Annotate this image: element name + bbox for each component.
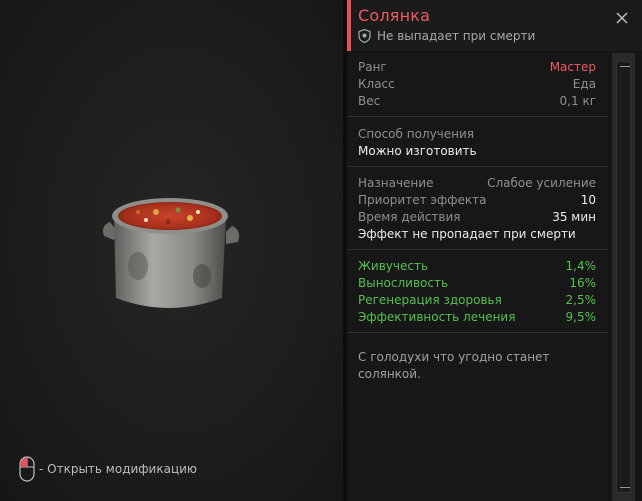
scrollbar-bottom-cap	[620, 487, 630, 488]
bonus-row: Регенерация здоровья 2,5%	[358, 292, 596, 309]
source-label: Способ получения	[358, 127, 475, 141]
bonus-row: Выносливость 16%	[358, 275, 596, 292]
details-scrollbar[interactable]	[612, 53, 635, 501]
bonus-label: Регенерация здоровья	[358, 293, 502, 307]
scrollbar-top-cap	[620, 66, 630, 67]
stat-label: Ранг	[358, 60, 387, 74]
scrollbar-thumb[interactable]	[616, 61, 631, 493]
item-subtitle: Не выпадает при смерти	[358, 29, 535, 43]
description-section: С голодухи что угодно станет солянкой.	[347, 333, 608, 389]
subtitle-text: Не выпадает при смерти	[377, 29, 536, 43]
mouse-icon	[19, 456, 35, 482]
hint-text: - Открыть модификацию	[39, 462, 198, 476]
stat-row-rank: Ранг Мастер	[358, 59, 596, 76]
source-section: Способ получения Можно изготовить	[347, 117, 608, 167]
stat-value: Еда	[572, 77, 596, 91]
stat-label: Класс	[358, 77, 395, 91]
bonus-label: Выносливость	[358, 276, 449, 290]
effect-purpose-row: Назначение Слабое усиление	[358, 175, 596, 192]
effect-note-row: Эффект не пропадает при смерти	[358, 226, 596, 243]
stat-label: Вес	[358, 94, 381, 108]
bonus-row: Живучесть 1,4%	[358, 258, 596, 275]
item-details: Ранг Мастер Класс Еда Вес 0,1 кг Способ …	[347, 53, 608, 501]
open-modification-hint: - Открыть модификацию	[19, 456, 197, 482]
shield-icon	[358, 29, 371, 43]
effect-section: Назначение Слабое усиление Приоритет эфф…	[347, 167, 608, 250]
effect-duration-label: Время действия	[358, 210, 461, 224]
stat-value: 0,1 кг	[559, 94, 596, 108]
soup-pot-image	[102, 198, 240, 308]
effect-priority-row: Приоритет эффекта 10	[358, 192, 596, 209]
source-value: Можно изготовить	[358, 144, 477, 158]
item-description: С голодухи что угодно станет солянкой.	[358, 350, 550, 381]
source-value-row: Можно изготовить	[358, 143, 596, 160]
stat-value: Мастер	[549, 60, 596, 74]
stats-section: Ранг Мастер Класс Еда Вес 0,1 кг	[347, 53, 608, 117]
rank-accent-bar	[347, 0, 351, 51]
stat-row-class: Класс Еда	[358, 76, 596, 93]
effect-priority-value: 10	[580, 193, 596, 207]
effect-duration-value: 35 мин	[552, 210, 596, 224]
bonus-label: Эффективность лечения	[358, 310, 516, 324]
bonus-row: Эффективность лечения 9,5%	[358, 309, 596, 326]
bonus-value: 16%	[569, 276, 596, 290]
bonus-value: 9,5%	[565, 310, 597, 324]
effect-purpose-value: Слабое усиление	[487, 176, 596, 190]
bonus-value: 1,4%	[565, 259, 597, 273]
effect-purpose-label: Назначение	[358, 176, 434, 190]
item-header: Солянка Не выпадает при смерти	[347, 0, 642, 51]
bonuses-section: Живучесть 1,4% Выносливость 16% Регенера…	[347, 250, 608, 333]
effect-note: Эффект не пропадает при смерти	[358, 227, 576, 241]
effect-duration-row: Время действия 35 мин	[358, 209, 596, 226]
bonus-label: Живучесть	[358, 259, 429, 273]
stat-row-weight: Вес 0,1 кг	[358, 93, 596, 110]
item-info-panel: Солянка Не выпадает при смерти Ранг Маст…	[347, 0, 642, 501]
bonus-value: 2,5%	[565, 293, 597, 307]
source-label-row: Способ получения	[358, 126, 596, 143]
item-title: Солянка	[358, 6, 431, 25]
effect-priority-label: Приоритет эффекта	[358, 193, 487, 207]
close-icon[interactable]	[615, 11, 629, 25]
item-preview-viewer[interactable]: - Открыть модификацию	[0, 0, 343, 501]
